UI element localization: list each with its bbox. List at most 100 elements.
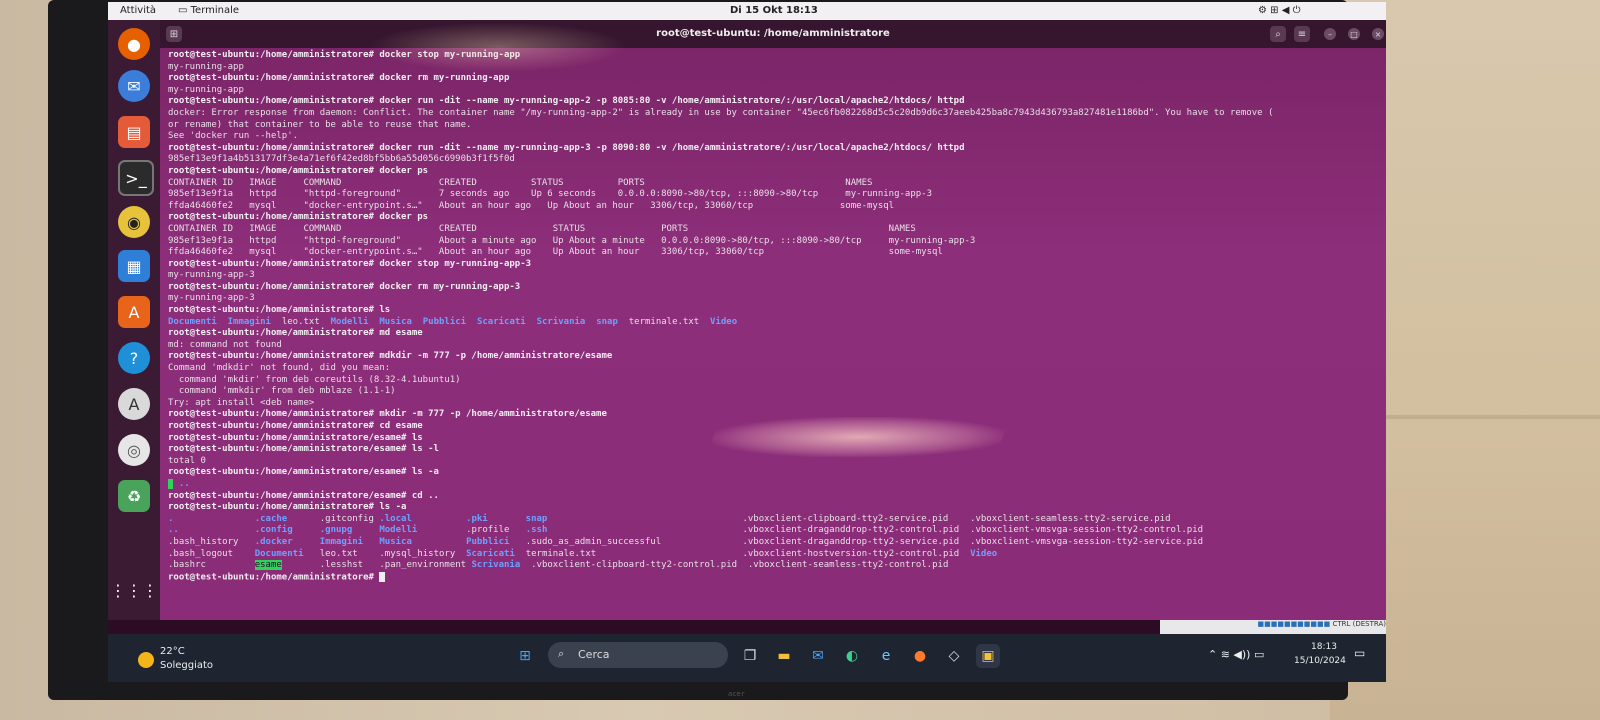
terminal-line: Command 'mdkdir' not found, did you mean…	[168, 363, 1376, 375]
thunderbird-icon[interactable]: ✉	[118, 70, 150, 102]
activities-button[interactable]: Attività	[120, 5, 156, 16]
ls-entry: Pubblici	[422, 316, 467, 327]
terminal-window[interactable]: ⊞ root@test-ubuntu: /home/amministratore…	[160, 20, 1386, 620]
ls-a-entry: .vboxclient-vmsvga-session-tty2-service.…	[970, 536, 1204, 547]
ls-a-entry: .profile	[466, 525, 510, 536]
files-icon[interactable]: ▤	[118, 116, 150, 148]
terminal-text: ffda46460fe2 mysql "docker-entrypoint.s……	[168, 247, 943, 258]
ls-a-entry: Immagini	[319, 536, 364, 547]
weather-desc: Soleggiato	[160, 660, 214, 671]
terminal-line: 985ef13e9f1a httpd "httpd-foreground" Ab…	[168, 236, 1376, 248]
terminal-title: root@test-ubuntu: /home/amministratore	[656, 28, 890, 39]
task-view-icon[interactable]: ❐	[738, 644, 762, 668]
ls-entry: Modelli	[330, 316, 369, 327]
tray-time[interactable]: 18:13	[1304, 642, 1344, 652]
final-prompt-line: root@test-ubuntu:/home/amministratore#	[168, 571, 1376, 584]
ls-a-entry: .sudo_as_admin_successful	[525, 536, 662, 547]
ls-a-entry: .vboxclient-draganddrop-tty2-control.pid	[742, 525, 960, 536]
ls-a-row: . .cache .gitconfig .local .pki snap .vb…	[168, 514, 1376, 526]
trash-icon[interactable]: ♻	[118, 480, 150, 512]
terminal-text: root@test-ubuntu:/home/amministratore# d…	[168, 165, 429, 176]
close-icon[interactable]: ×	[1372, 28, 1384, 40]
network-icon[interactable]: ⚙ ⊞ ◀ ⏻	[1258, 5, 1300, 16]
ls-a-entry: .vboxclient-clipboard-tty2-control.pid	[531, 560, 738, 571]
terminal-text: root@test-ubuntu:/home/amministratore# m…	[168, 328, 423, 339]
terminal-line: root@test-ubuntu:/home/amministratore# l…	[168, 502, 1376, 514]
monitor: Attività ▭ Terminale Di 15 Okt 18:13 ⚙ ⊞…	[48, 0, 1386, 700]
terminal-app-menu[interactable]: ▭ Terminale	[178, 5, 239, 16]
terminal-line: total 0	[168, 456, 1376, 468]
terminal-line: Try: apt install <deb name>	[168, 398, 1376, 410]
ls-a-row: .. .config .gnupg Modelli .profile .ssh …	[168, 525, 1376, 537]
clock[interactable]: Di 15 Okt 18:13	[730, 5, 818, 16]
ls-entry: leo.txt	[281, 316, 320, 327]
help-icon[interactable]: ?	[118, 342, 150, 374]
search-box[interactable]: ⌕ Cerca	[548, 642, 728, 668]
disc-icon[interactable]: ◎	[118, 434, 150, 466]
software-icon[interactable]: A	[118, 296, 150, 328]
ls-a-entry: .ssh	[525, 525, 548, 536]
terminal-line: root@test-ubuntu:/home/amministratore# m…	[168, 328, 1376, 340]
search-icon[interactable]: ⌕	[1270, 26, 1286, 42]
terminal-icon[interactable]: >_	[118, 160, 154, 196]
ls-a-entry: terminale.txt	[525, 548, 597, 559]
ie-icon[interactable]: e	[874, 644, 898, 668]
light-glare	[368, 22, 628, 72]
mail-icon[interactable]: ✉	[806, 644, 830, 668]
screen: Attività ▭ Terminale Di 15 Okt 18:13 ⚙ ⊞…	[108, 2, 1386, 682]
writer-icon[interactable]: ▦	[118, 250, 150, 282]
terminal-output[interactable]: root@test-ubuntu:/home/amministratore# d…	[168, 50, 1376, 612]
ls-entry: Scrivania	[536, 316, 586, 327]
ls-entry: Musica	[379, 316, 412, 327]
sun-icon[interactable]	[138, 652, 154, 668]
terminal-text: 985ef13e9f1a httpd "httpd-foreground" Ab…	[168, 235, 976, 246]
terminal-text: See 'docker run --help'.	[168, 131, 299, 142]
virtualbox-icon[interactable]: ▣	[976, 644, 1000, 668]
terminal-line: my-running-app-3	[168, 293, 1376, 305]
firefox-icon[interactable]: ●	[118, 28, 150, 60]
ls-a-entry: snap	[525, 513, 548, 524]
ls-a-entry: .cache	[254, 513, 288, 524]
terminal-text: or rename) that container to be able to …	[168, 119, 472, 130]
tray-icons[interactable]: ⌃ ≋ ◀)) ▭	[1208, 648, 1264, 661]
terminal-text: Try: apt install <deb name>	[168, 397, 315, 408]
menu-icon[interactable]: ≡	[1294, 26, 1310, 42]
terminal-text: my-running-app	[168, 61, 244, 72]
terminal-text: 985ef13e9f1a4b513177df3e4a71ef6f42ed8bf5…	[168, 154, 515, 165]
terminal-text: root@test-ubuntu:/home/amministratore# d…	[168, 281, 521, 292]
terminal-line: root@test-ubuntu:/home/amministratore# d…	[168, 259, 1376, 271]
terminal-text: 985ef13e9f1a httpd "httpd-foreground" 7 …	[168, 189, 933, 200]
terminal-line: root@test-ubuntu:/home/amministratore# d…	[168, 73, 1376, 85]
ls-a-entry: .vboxclient-hostversion-tty2-control.pid	[742, 548, 960, 559]
terminal-line: root@test-ubuntu:/home/amministratore# d…	[168, 143, 1376, 155]
ls-a-entry: .docker	[254, 536, 293, 547]
terminal-line: ..	[168, 478, 1376, 491]
virtualbox-status-bar: ■■■■■■■■■■■ CTRL (DESTRA)	[1160, 620, 1386, 634]
minimize-icon[interactable]: –	[1324, 28, 1336, 40]
search-placeholder: Cerca	[578, 648, 610, 661]
tray-date[interactable]: 15/10/2024	[1294, 656, 1346, 666]
ls-a-entry: .bash_history	[168, 536, 239, 547]
terminal-line: md: command not found	[168, 340, 1376, 352]
terminal-line: Documenti Immagini leo.txt Modelli Music…	[168, 317, 1376, 329]
ls-a-entry: .bash_logout	[168, 548, 234, 559]
updater-icon[interactable]: A	[118, 388, 150, 420]
show-apps-icon[interactable]: ⋮⋮⋮	[110, 574, 158, 606]
box-app-icon[interactable]: ◇	[942, 644, 966, 668]
maximize-icon[interactable]: □	[1348, 28, 1360, 40]
firefox-taskbar-icon[interactable]: ●	[908, 644, 932, 668]
file-explorer-icon[interactable]: ▬	[772, 644, 796, 668]
terminal-line: 985ef13e9f1a4b513177df3e4a71ef6f42ed8bf5…	[168, 154, 1376, 166]
terminal-text: root@test-ubuntu:/home/amministratore# d…	[168, 96, 965, 107]
notification-icon[interactable]: ▭	[1354, 646, 1365, 660]
ls-a-entry: Documenti	[254, 548, 304, 559]
ls-a-entry: ..	[168, 525, 179, 536]
edge-icon[interactable]: ◐	[840, 644, 864, 668]
terminal-text: Command 'mdkdir' not found, did you mean…	[168, 363, 391, 374]
terminal-text: root@test-ubuntu:/home/amministratore/es…	[168, 432, 423, 443]
terminal-text: my-running-app	[168, 84, 244, 95]
windows-start-icon[interactable]: ⊞	[513, 644, 537, 668]
rhythmbox-icon[interactable]: ◉	[118, 206, 150, 238]
ls-a-entry: .bashrc	[168, 560, 206, 571]
weather-temp[interactable]: 22°C	[160, 646, 185, 657]
